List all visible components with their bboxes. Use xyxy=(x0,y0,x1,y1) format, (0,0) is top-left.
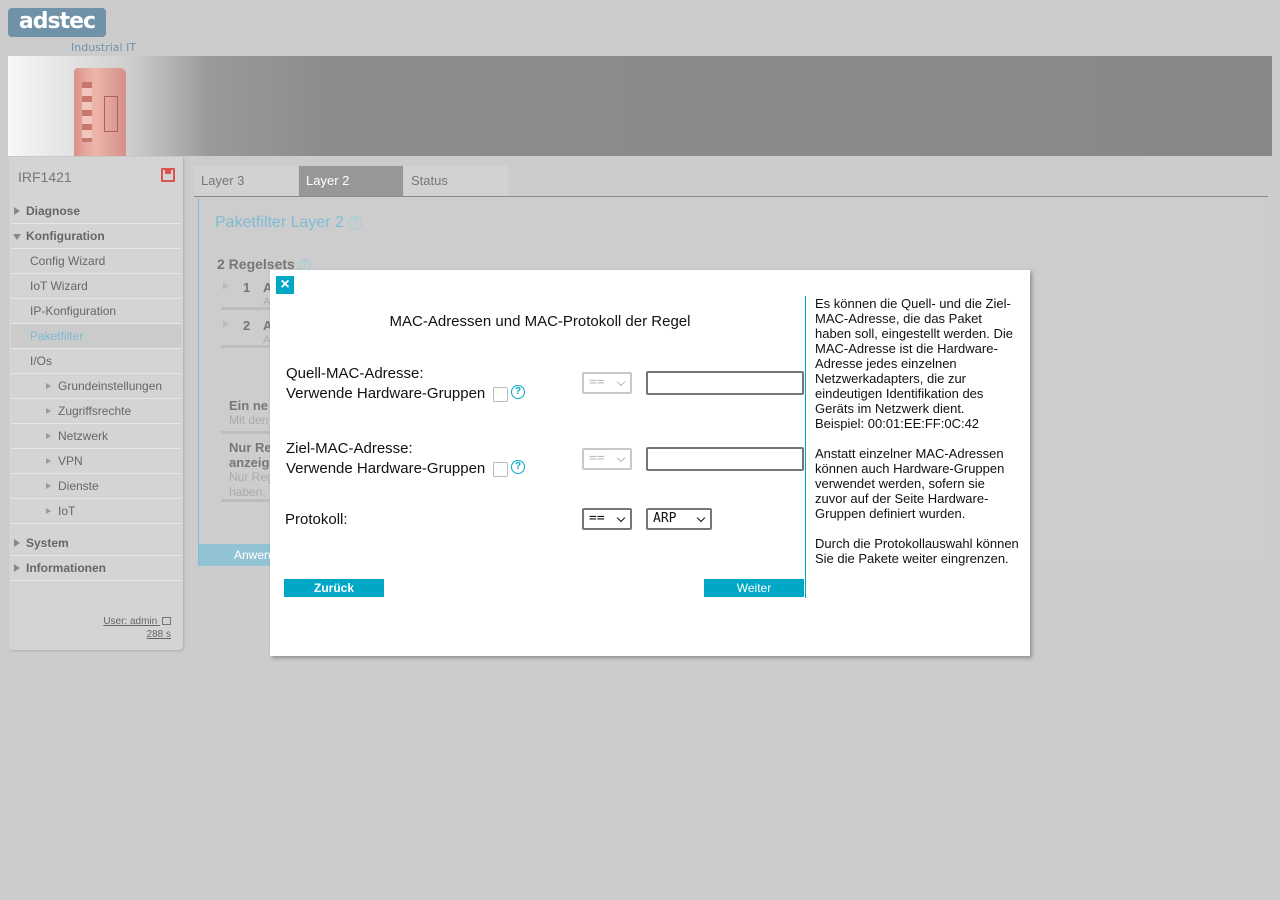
source-hw-group-row: Verwende Hardware-Gruppen xyxy=(286,384,509,404)
chevron-down-icon xyxy=(616,453,626,463)
source-mac-label: Quell-MAC-Adresse: xyxy=(286,365,424,382)
sidebar-item-iot[interactable]: IoT xyxy=(11,499,181,524)
user-link[interactable]: User: admin xyxy=(103,615,171,628)
source-hw-group-checkbox[interactable] xyxy=(493,386,509,402)
tab-layer-3[interactable]: Layer 3 xyxy=(194,166,298,196)
expand-icon xyxy=(46,508,51,514)
close-icon[interactable]: × xyxy=(276,276,294,294)
chevron-down-icon xyxy=(696,513,706,523)
expand-icon xyxy=(14,207,20,215)
tab-status[interactable]: Status xyxy=(404,166,508,196)
sidebar-item-diagnose[interactable]: Diagnose xyxy=(11,199,181,224)
expand-icon xyxy=(46,383,51,389)
expand-icon xyxy=(14,539,20,547)
protocol-label: Protokoll: xyxy=(285,511,348,528)
help-divider xyxy=(805,296,806,598)
sidebar-item-dienste[interactable]: Dienste xyxy=(11,474,181,499)
session-timer: 288 s xyxy=(146,629,171,640)
dest-mac-label: Ziel-MAC-Adresse: xyxy=(286,440,413,457)
sidebar-item-config-wizard[interactable]: Config Wizard xyxy=(11,249,181,274)
rule-wizard-dialog: × MAC-Adressen und MAC-Protokoll der Reg… xyxy=(270,270,1030,656)
source-mac-input[interactable] xyxy=(646,371,804,395)
save-icon[interactable] xyxy=(161,168,175,182)
sidebar-item-iot-wizard[interactable]: IoT Wizard xyxy=(11,274,181,299)
sidebar-item-system[interactable]: System xyxy=(11,531,181,556)
expand-icon xyxy=(46,408,51,414)
expand-icon xyxy=(223,282,229,290)
help-text: Es können die Quell- und die Ziel-MAC-Ad… xyxy=(815,296,1019,566)
dest-mac-input[interactable] xyxy=(646,447,804,471)
dest-operator-select[interactable]: == xyxy=(582,448,632,470)
expand-icon xyxy=(14,564,20,572)
next-button[interactable]: Weiter xyxy=(704,579,804,597)
tab-divider xyxy=(194,196,1268,197)
dest-hw-group-checkbox[interactable] xyxy=(493,461,509,477)
sidebar-item-ip-konfiguration[interactable]: IP-Konfiguration xyxy=(11,299,181,324)
chevron-down-icon xyxy=(616,513,626,523)
sidebar-nav: Diagnose Konfiguration Config Wizard IoT… xyxy=(11,199,181,581)
help-icon[interactable]: ? xyxy=(511,385,525,399)
sidebar-item-informationen[interactable]: Informationen xyxy=(11,556,181,581)
sidebar-item-zugriffsrechte[interactable]: Zugriffsrechte xyxy=(11,399,181,424)
tab-layer-2[interactable]: Layer 2 xyxy=(299,166,403,196)
sidebar-item-paketfilter[interactable]: Paketfilter xyxy=(11,324,181,349)
sidebar-item-ios[interactable]: I/Os xyxy=(11,349,181,374)
dialog-title: MAC-Adressen und MAC-Protokoll der Regel xyxy=(389,313,691,330)
logo-subtitle: Industrial IT xyxy=(71,41,137,54)
sidebar-item-vpn[interactable]: VPN xyxy=(11,449,181,474)
header-banner xyxy=(8,56,1272,156)
sidebar-item-grundeinstellungen[interactable]: Grundeinstellungen xyxy=(11,374,181,399)
device-name: IRF1421 xyxy=(18,169,72,185)
logout-icon[interactable] xyxy=(162,617,171,626)
expand-icon xyxy=(223,320,229,328)
help-icon[interactable]: ? xyxy=(511,460,525,474)
expand-icon xyxy=(46,433,51,439)
help-icon[interactable]: ? xyxy=(348,215,363,230)
back-button[interactable]: Zurück xyxy=(284,579,384,597)
page-title: Paketfilter Layer 2 ? xyxy=(215,214,363,232)
dest-hw-group-row: Verwende Hardware-Gruppen xyxy=(286,459,509,479)
sidebar-item-netzwerk[interactable]: Netzwerk xyxy=(11,424,181,449)
protocol-operator-select[interactable]: == xyxy=(582,508,632,530)
sidebar-item-konfiguration[interactable]: Konfiguration xyxy=(11,224,181,249)
device-image xyxy=(74,68,126,156)
adstec-logo: adstec xyxy=(8,8,106,37)
chevron-down-icon xyxy=(616,377,626,387)
source-operator-select[interactable]: == xyxy=(582,372,632,394)
sidebar: IRF1421 Diagnose Konfiguration Config Wi… xyxy=(9,157,183,650)
protocol-select[interactable]: ARP xyxy=(646,508,712,530)
expand-icon xyxy=(46,458,51,464)
user-info: User: admin 288 s xyxy=(103,615,171,641)
collapse-icon xyxy=(13,234,21,240)
expand-icon xyxy=(46,483,51,489)
apply-button[interactable]: Anwen xyxy=(199,544,271,566)
